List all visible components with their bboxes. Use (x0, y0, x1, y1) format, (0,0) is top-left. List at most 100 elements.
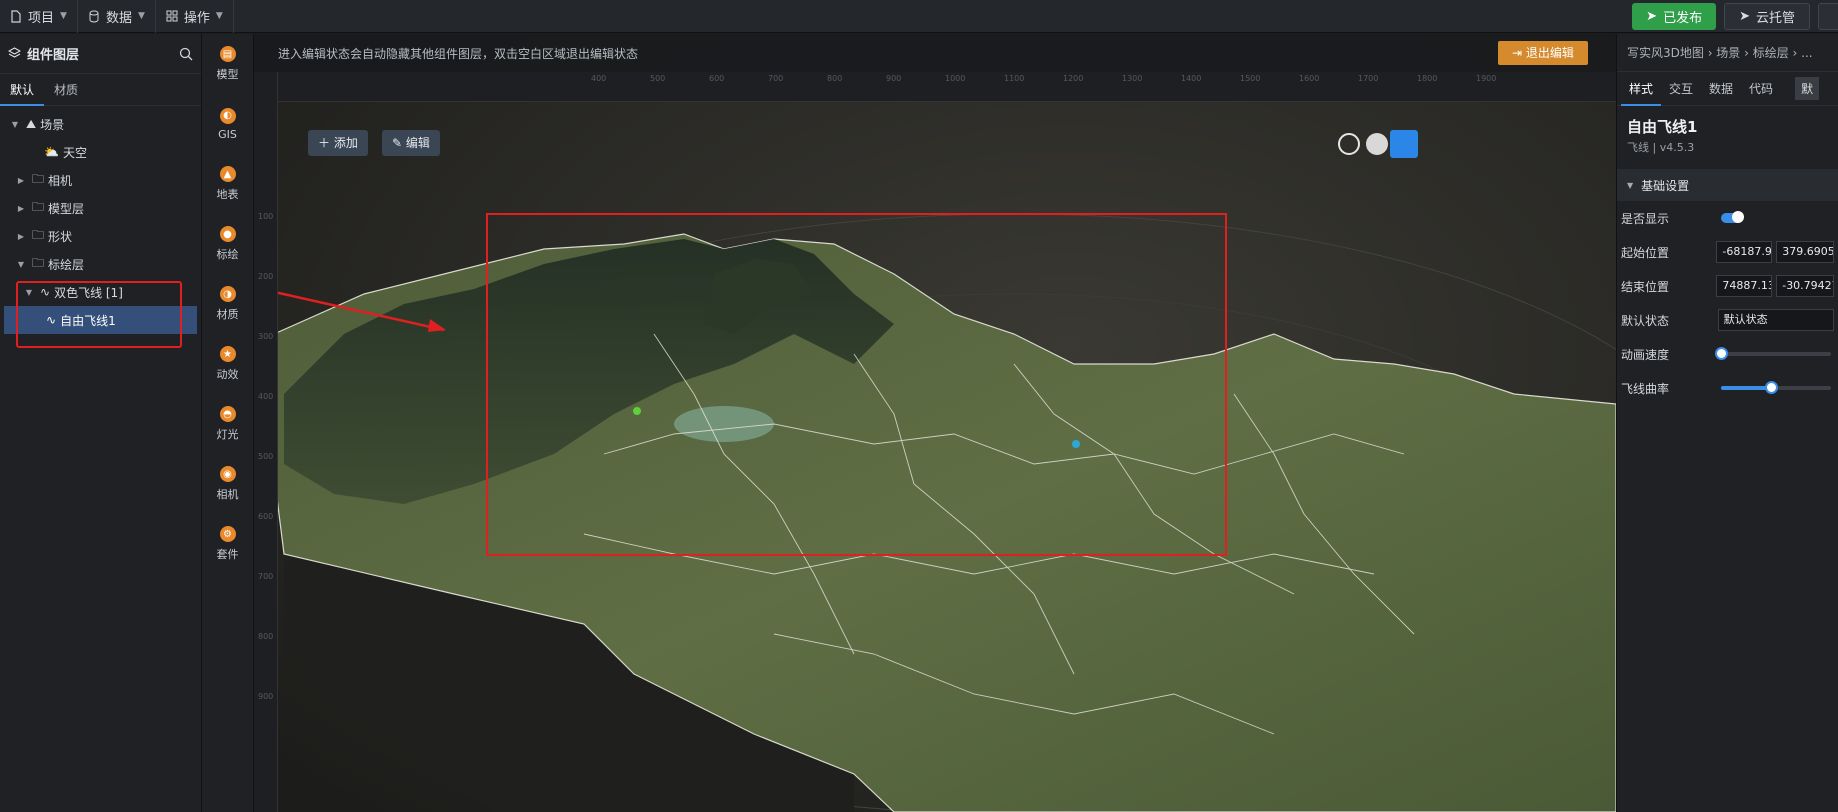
tool-label: 材质 (216, 308, 239, 321)
ruler-tick: 1500 (1240, 74, 1261, 83)
fullscreen-button[interactable] (1818, 3, 1838, 30)
add-button[interactable]: ＋ 添加 (308, 130, 368, 156)
tab-material[interactable]: 材质 (44, 74, 88, 106)
cloud-host-label: 云托管 (1755, 11, 1795, 26)
map-canvas[interactable]: 400 500 600 700 800 900 1000 1100 1200 1… (254, 34, 1616, 812)
caret-right-icon[interactable]: ▶ (14, 232, 28, 241)
send-icon: ➤ (1739, 9, 1750, 24)
exit-edit-label: 退出编辑 (1525, 46, 1574, 60)
tool-material[interactable]: ◑ 材质 (202, 274, 253, 334)
tool-marker[interactable]: ● 标绘 (202, 214, 253, 274)
caret-down-icon[interactable]: ▼ (8, 120, 22, 129)
scene-icon: ⛰ (26, 116, 37, 131)
end-y-input[interactable]: -30.79427 (1776, 275, 1834, 297)
flyline-end-point[interactable] (1072, 440, 1080, 448)
cloud-host-button[interactable]: ➤ 云托管 (1724, 3, 1810, 30)
search-icon[interactable] (179, 47, 193, 61)
start-x-input[interactable]: -68187.96 (1716, 241, 1773, 263)
ruler-tick: 900 (258, 692, 274, 701)
tool-model[interactable]: ▤ 模型 (202, 34, 253, 94)
tab-code[interactable]: 代码 (1741, 80, 1781, 97)
curvature-slider[interactable] (1721, 381, 1831, 394)
tool-light[interactable]: ◓ 灯光 (202, 394, 253, 454)
menu-project[interactable]: 项目 ▼ (0, 0, 78, 33)
caret-right-icon[interactable]: ▶ (14, 204, 28, 213)
prop-label: 是否显示 (1621, 211, 1670, 226)
tree-item-label: 模型层 (48, 201, 85, 216)
tree-item-model-layer[interactable]: ▶ 🗀 模型层 (0, 194, 201, 222)
rotate-view-icon[interactable] (1390, 130, 1418, 158)
section-basic-settings[interactable]: ▼ 基础设置 (1617, 169, 1838, 201)
tab-default[interactable]: 默认 (0, 74, 45, 106)
edit-button[interactable]: ✎ 编辑 (382, 130, 440, 156)
file-icon (11, 9, 21, 23)
ruler-tick: 1000 (945, 74, 966, 83)
speed-slider[interactable] (1715, 347, 1831, 360)
tool-label: 标绘 (216, 248, 239, 261)
ruler-tick: 1400 (1181, 74, 1202, 83)
light-icon: ◓ (219, 406, 236, 422)
tree-item-scene[interactable]: ▼ ⛰ 场景 (0, 110, 201, 138)
tab-default-extra[interactable]: 默 (1795, 77, 1820, 100)
ruler-tick: 600 (258, 512, 274, 521)
model-icon: ▤ (219, 46, 236, 62)
edit-mode-hint: 进入编辑状态会自动隐藏其他组件图层，双击空白区域退出编辑状态 (254, 34, 1616, 72)
slider-knob[interactable] (1764, 381, 1778, 394)
visible-toggle[interactable] (1721, 211, 1744, 223)
tree-item-label: 形状 (48, 229, 73, 244)
ruler-tick: 700 (258, 572, 274, 581)
kit-icon: ⚙ (219, 526, 236, 542)
ruler-tick: 1800 (1417, 74, 1438, 83)
layer-panel: 组件图层 默认 材质 ▼ ⛰ 场景 ⛅ 天空 ▶ 🗀 相机 ▶ 🗀 模型层 ▶ 🗀 形状 ▼ 🗀 标绘… (0, 34, 202, 812)
tree-item-shape[interactable]: ▶ 🗀 形状 (0, 222, 201, 250)
pencil-icon: ✎ (392, 136, 406, 150)
tool-gis[interactable]: ◐ GIS (202, 94, 253, 154)
ruler-tick: 1700 (1358, 74, 1379, 83)
published-button[interactable]: ➤ 已发布 (1632, 3, 1717, 30)
chevron-down-icon: ▼ (137, 11, 145, 21)
layer-tabs: 默认 材质 (0, 74, 201, 106)
start-y-input[interactable]: 379.69053 (1776, 241, 1834, 263)
tool-surface[interactable]: ▲ 地表 (202, 154, 253, 214)
ruler-tick: 600 (709, 74, 725, 83)
component-name: 自由飞线1 (1627, 118, 1698, 136)
tree-item-camera[interactable]: ▶ 🗀 相机 (0, 166, 201, 194)
caret-down-icon[interactable]: ▼ (14, 260, 28, 269)
menu-operate[interactable]: 操作 ▼ (156, 0, 234, 33)
chevron-down-icon: ▼ (215, 11, 223, 21)
globe-icon: ◐ (219, 107, 236, 124)
tree-item-sky[interactable]: ⛅ 天空 (0, 138, 201, 166)
component-version: 飞线 | v4.5.3 (1627, 141, 1695, 154)
tool-kit[interactable]: ⚙ 套件 (202, 514, 253, 574)
palette-icon: ◑ (219, 286, 236, 302)
tab-interaction[interactable]: 交互 (1661, 80, 1701, 97)
ruler-tick: 1100 (1004, 74, 1025, 83)
plus-icon: ＋ (318, 136, 334, 150)
tool-effect[interactable]: ★ 动效 (202, 334, 253, 394)
caret-right-icon[interactable]: ▶ (14, 176, 28, 185)
tab-style[interactable]: 样式 (1621, 72, 1662, 106)
ruler-tick: 400 (591, 74, 607, 83)
ruler-tick: 400 (258, 392, 274, 401)
layer-panel-header: 组件图层 (0, 34, 201, 74)
exit-edit-button[interactable]: ⇥ 退出编辑 (1498, 41, 1588, 65)
tree-item-label: 天空 (62, 145, 87, 160)
flyline-start-point[interactable] (633, 407, 641, 415)
slider-knob[interactable] (1715, 347, 1728, 360)
end-x-input[interactable]: 74887.134 (1716, 275, 1773, 297)
menu-data[interactable]: 数据 ▼ (78, 0, 156, 33)
tool-label: 地表 (216, 188, 239, 201)
tool-camera[interactable]: ◉ 相机 (202, 454, 253, 514)
default-state-select[interactable]: 默认状态 (1717, 309, 1834, 331)
camera-icon: ◉ (219, 466, 236, 482)
breadcrumb[interactable]: 写实风3D地图 › 场景 › 标绘层 › ... (1617, 34, 1838, 72)
tree-item-marker-layer[interactable]: ▼ 🗀 标绘层 (0, 250, 201, 278)
prop-default-state: 默认状态 默认状态 (1617, 303, 1838, 337)
ruler-tick: 700 (768, 74, 784, 83)
tab-data[interactable]: 数据 (1701, 80, 1741, 97)
grid-icon (166, 10, 178, 22)
ruler-tick: 900 (886, 74, 902, 83)
sphere-view-icon[interactable] (1366, 133, 1388, 155)
folder-icon: 🗀 (32, 199, 45, 214)
globe-view-icon[interactable] (1338, 133, 1360, 155)
